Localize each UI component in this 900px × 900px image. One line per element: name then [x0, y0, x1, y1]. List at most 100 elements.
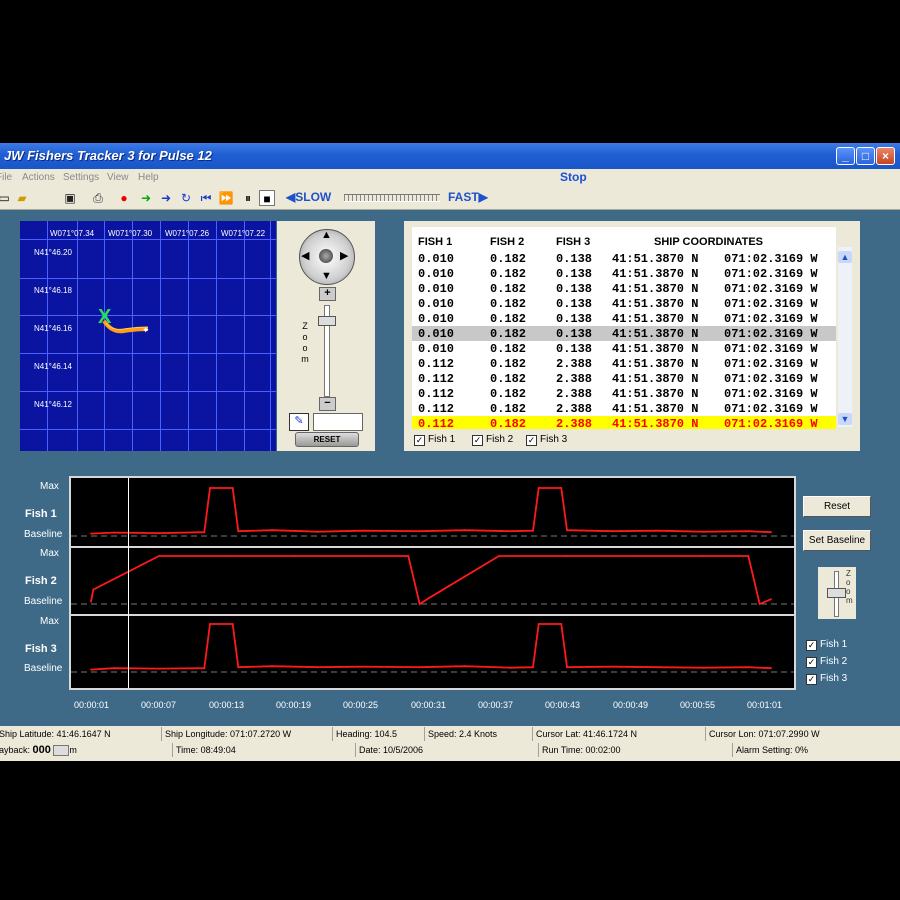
table-row[interactable]: 0.010 0.182 0.138 41:51.3870 N 071:02.3169 W: [412, 281, 836, 296]
table-scrollbar[interactable]: ▲ ▼: [838, 247, 852, 427]
pause-icon[interactable]: ⏸: [240, 190, 256, 206]
plot-fish1-checkbox[interactable]: ✓: [806, 640, 817, 651]
plot-fish2-checkbox[interactable]: ✓: [806, 657, 817, 668]
set-baseline-button[interactable]: Set Baseline: [803, 530, 871, 551]
table-row[interactable]: 0.010 0.182 0.138 41:51.3870 N 071:02.3169 W: [412, 326, 836, 341]
chart-icon[interactable]: ▣: [62, 190, 78, 206]
signal-point: [770, 598, 772, 601]
new-file-icon[interactable]: ▭: [0, 190, 12, 206]
table-cell: 0.112: [418, 387, 455, 401]
print-icon[interactable]: ⎙: [90, 190, 106, 206]
table-cell: 0.182: [490, 357, 527, 371]
menu-file[interactable]: File: [0, 172, 12, 183]
pan-right-icon[interactable]: ▶: [340, 249, 348, 262]
plot-zoom-control[interactable]: Zoom: [818, 567, 856, 619]
table-cell: 0.010: [418, 312, 455, 326]
signal-point: [566, 666, 568, 669]
table-row[interactable]: 0.010 0.182 0.138 41:51.3870 N 071:02.3169 W: [412, 266, 836, 281]
table-row[interactable]: 0.010 0.182 0.138 41:51.3870 N 071:02.3169 W: [412, 341, 836, 356]
plot1-baseline-label: Baseline: [24, 529, 63, 540]
signal-point: [418, 603, 421, 605]
close-button[interactable]: ×: [876, 147, 895, 165]
table-cell: 071:02.3169 W: [724, 312, 818, 326]
time-tick: 00:00:43: [545, 700, 581, 710]
table-cell: 0.138: [556, 327, 593, 341]
signal-point: [611, 530, 614, 533]
table-cell: 41:51.3870 N: [612, 282, 699, 296]
time-tick: 00:00:55: [680, 700, 716, 710]
table-cell: 071:02.3169 W: [724, 342, 818, 356]
table-cell: 0.138: [556, 282, 593, 296]
table-cell: 071:02.3169 W: [724, 372, 818, 386]
table-row[interactable]: 0.112 0.182 2.388 41:51.3870 N 071:02.3169 W: [412, 371, 836, 386]
time-tick: 00:00:37: [478, 700, 514, 710]
play-icon[interactable]: ➜: [138, 190, 154, 206]
edit-icon[interactable]: ✎: [289, 413, 309, 431]
zoom-slider-thumb[interactable]: [318, 316, 336, 326]
table-cell: 0.010: [418, 297, 455, 311]
maximize-button[interactable]: □: [856, 147, 875, 165]
time-cursor[interactable]: [128, 478, 129, 688]
signal-line-1: [90, 487, 772, 535]
stop-icon[interactable]: ■: [259, 190, 275, 206]
checkbox-label: Fish 1: [428, 434, 456, 445]
record-icon[interactable]: ●: [116, 190, 132, 206]
zoom-in-button[interactable]: +: [319, 287, 336, 301]
time-tick: 00:00:07: [141, 700, 177, 710]
signal-line-3: [90, 623, 772, 671]
signal-point: [611, 665, 614, 668]
playback-value[interactable]: 000: [33, 744, 51, 756]
table-row[interactable]: 0.010 0.182 0.138 41:51.3870 N 071:02.3169 W: [412, 251, 836, 266]
menu-view[interactable]: View: [107, 172, 129, 183]
signal-point: [656, 529, 659, 532]
minimize-button[interactable]: _: [836, 147, 855, 165]
table-cell: 071:02.3169 W: [724, 387, 818, 401]
pan-down-icon[interactable]: ▼: [321, 270, 332, 282]
table-cell: 071:02.3169 W: [724, 282, 818, 296]
table-row[interactable]: 0.010 0.182 0.138 41:51.3870 N 071:02.3169 W: [412, 311, 836, 326]
pan-left-icon[interactable]: ◀: [301, 249, 309, 262]
signal-point: [92, 588, 95, 591]
playback-spinner[interactable]: [53, 745, 70, 757]
time-tick: 00:00:25: [343, 700, 379, 710]
map-reset-button[interactable]: RESET: [295, 432, 359, 447]
scroll-up-icon[interactable]: ▲: [838, 251, 852, 263]
signal-point: [418, 666, 421, 669]
signal-point: [203, 531, 206, 534]
menu-help[interactable]: Help: [138, 172, 159, 183]
plot-fish3-checkbox[interactable]: ✓: [806, 674, 817, 685]
scroll-down-icon[interactable]: ▼: [838, 413, 852, 425]
menu-actions[interactable]: Actions: [22, 172, 55, 183]
time-tick: 00:00:31: [411, 700, 447, 710]
skip-back-icon[interactable]: ⏮: [198, 190, 214, 206]
pan-center-button[interactable]: [319, 249, 333, 263]
table-row[interactable]: 0.112 0.182 2.388 41:51.3870 N 071:02.3169 W: [412, 386, 836, 401]
table-row[interactable]: 0.010 0.182 0.138 41:51.3870 N 071:02.3169 W: [412, 296, 836, 311]
fast-label: FAST▶: [448, 190, 488, 204]
fast-forward-icon[interactable]: ⏩: [218, 190, 234, 206]
map-view[interactable]: W071°07.34 W071°07.30 W071°07.26 W071°07…: [20, 221, 276, 451]
pan-up-icon[interactable]: ▲: [321, 229, 332, 241]
open-folder-icon[interactable]: ▰: [14, 190, 30, 206]
column-header: FISH 2: [490, 236, 525, 248]
table-row[interactable]: 0.112 0.182 2.388 41:51.3870 N 071:02.3169 W: [412, 401, 836, 416]
zoom-value-field[interactable]: [313, 413, 363, 431]
menu-settings[interactable]: Settings: [63, 172, 99, 183]
table-fish3-checkbox[interactable]: ✓: [526, 435, 537, 446]
signal-point: [316, 530, 319, 533]
table-fish1-checkbox[interactable]: ✓: [414, 435, 425, 446]
plot-zoom-thumb[interactable]: [827, 588, 846, 598]
signal-plots[interactable]: [69, 476, 796, 690]
signal-point: [560, 487, 563, 489]
table-cell: 0.138: [556, 312, 593, 326]
plot-reset-button[interactable]: Reset: [803, 496, 871, 517]
table-fish2-checkbox[interactable]: ✓: [472, 435, 483, 446]
table-cell: 0.010: [418, 252, 455, 266]
zoom-out-button[interactable]: −: [319, 397, 336, 411]
table-row[interactable]: 0.112 0.182 2.388 41:51.3870 N 071:02.3169 W: [412, 416, 836, 429]
speed-slider[interactable]: [344, 194, 440, 202]
table-row[interactable]: 0.112 0.182 2.388 41:51.3870 N 071:02.3169 W: [412, 356, 836, 371]
forward-icon[interactable]: ➜: [158, 190, 174, 206]
table-cell: 41:51.3870 N: [612, 417, 699, 429]
loop-icon[interactable]: ↻: [178, 190, 194, 206]
